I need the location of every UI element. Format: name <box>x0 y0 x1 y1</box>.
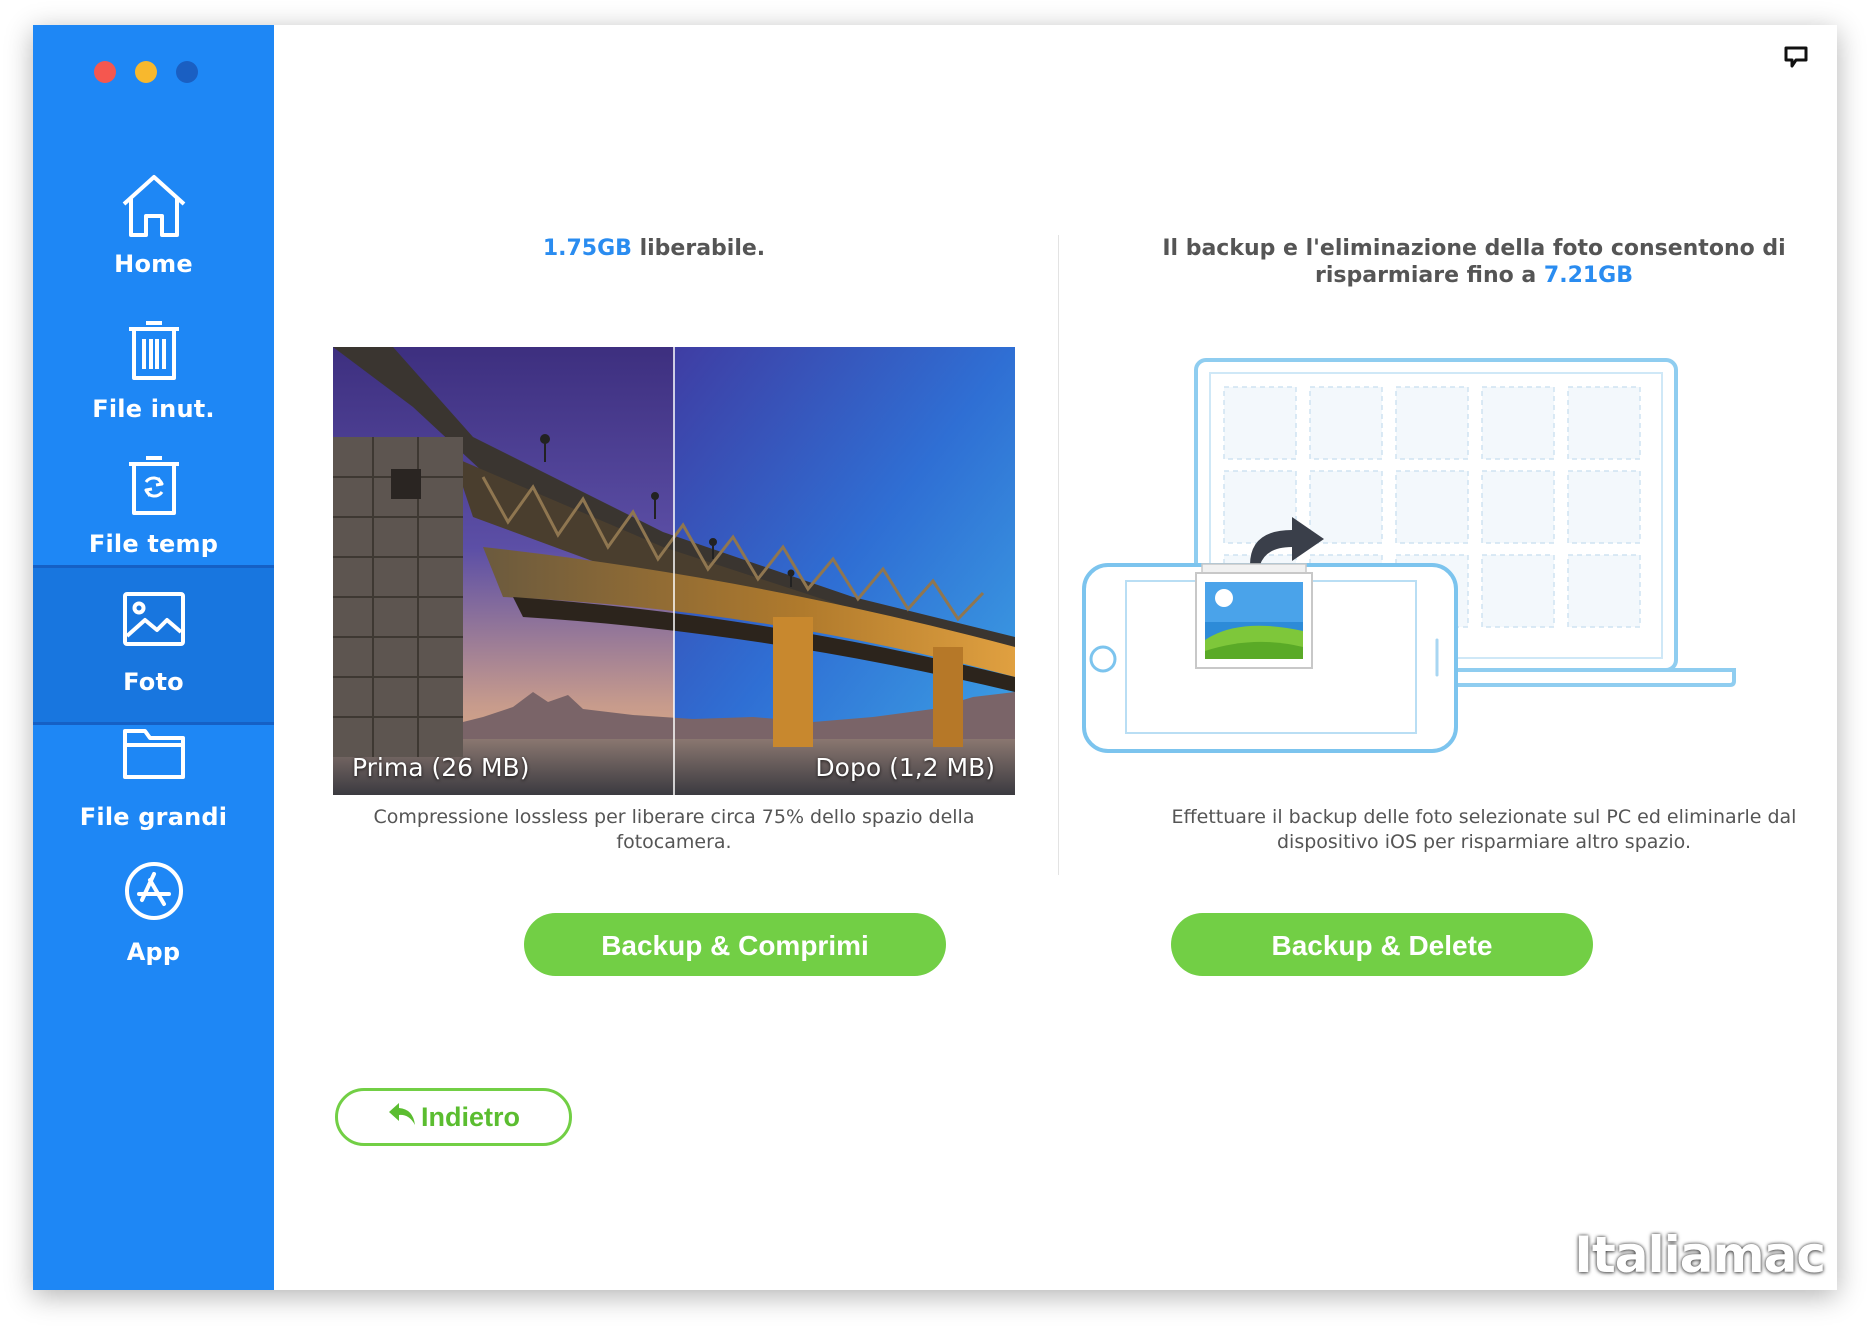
main-panel: 1.75GB liberabile. Prima (26 MB) Dopo (1… <box>274 25 1837 1290</box>
sidebar-item-label: File grandi <box>79 803 228 831</box>
temp-trash-icon <box>124 452 184 522</box>
backup-compress-button[interactable]: Backup & Comprimi <box>524 913 946 976</box>
before-size-label: Prima (26 MB) <box>352 753 530 782</box>
home-icon <box>118 172 190 244</box>
compress-heading: 1.75GB liberabile. <box>354 235 954 262</box>
sidebar-item-label: Foto <box>123 668 184 696</box>
minimize-window-button[interactable] <box>135 61 157 83</box>
after-size-label: Dopo (1,2 MB) <box>815 753 995 782</box>
app-store-icon <box>123 860 185 926</box>
chat-feedback-icon[interactable] <box>1783 45 1809 73</box>
sidebar-item-label: App <box>126 938 181 966</box>
backup-delete-button[interactable]: Backup & Delete <box>1171 913 1593 976</box>
delete-description: Effettuare il backup delle foto selezion… <box>1171 806 1797 853</box>
app-window: Home File inut. File temp Foto File gran… <box>33 25 1837 1290</box>
zoom-window-button[interactable] <box>176 61 198 83</box>
compress-description: Compressione lossless per liberare circa… <box>373 806 975 853</box>
photo-icon <box>121 590 187 652</box>
sidebar-item-label: File inut. <box>92 395 215 423</box>
section-divider <box>1058 235 1059 875</box>
back-button-label: Indietro <box>421 1101 520 1132</box>
window-controls <box>33 61 198 83</box>
before-after-photo: Prima (26 MB) Dopo (1,2 MB) <box>333 347 1015 795</box>
sidebar: Home File inut. File temp Foto File gran… <box>33 25 274 1290</box>
sidebar-item-photos[interactable]: Foto <box>33 565 274 725</box>
back-arrow-icon <box>387 1101 417 1134</box>
delete-heading: Il backup e l'eliminazione della foto co… <box>1134 235 1814 289</box>
watermark-logo: Italiamac <box>1574 1226 1826 1284</box>
folder-icon <box>121 725 187 785</box>
close-window-button[interactable] <box>94 61 116 83</box>
sidebar-item-apps[interactable]: App <box>33 838 274 998</box>
compress-heading-suffix: liberabile. <box>631 236 766 261</box>
back-button[interactable]: Indietro <box>335 1088 572 1146</box>
sidebar-item-label: Home <box>114 250 193 278</box>
backup-delete-illustration <box>1074 355 1794 789</box>
delete-amount: 7.21GB <box>1543 263 1634 288</box>
delete-heading-text: Il backup e l'eliminazione della foto co… <box>1162 236 1786 288</box>
trash-icon <box>124 317 184 387</box>
compress-amount: 1.75GB <box>542 236 632 261</box>
sidebar-item-label: File temp <box>88 530 219 558</box>
sidebar-item-home[interactable]: Home <box>33 150 274 310</box>
